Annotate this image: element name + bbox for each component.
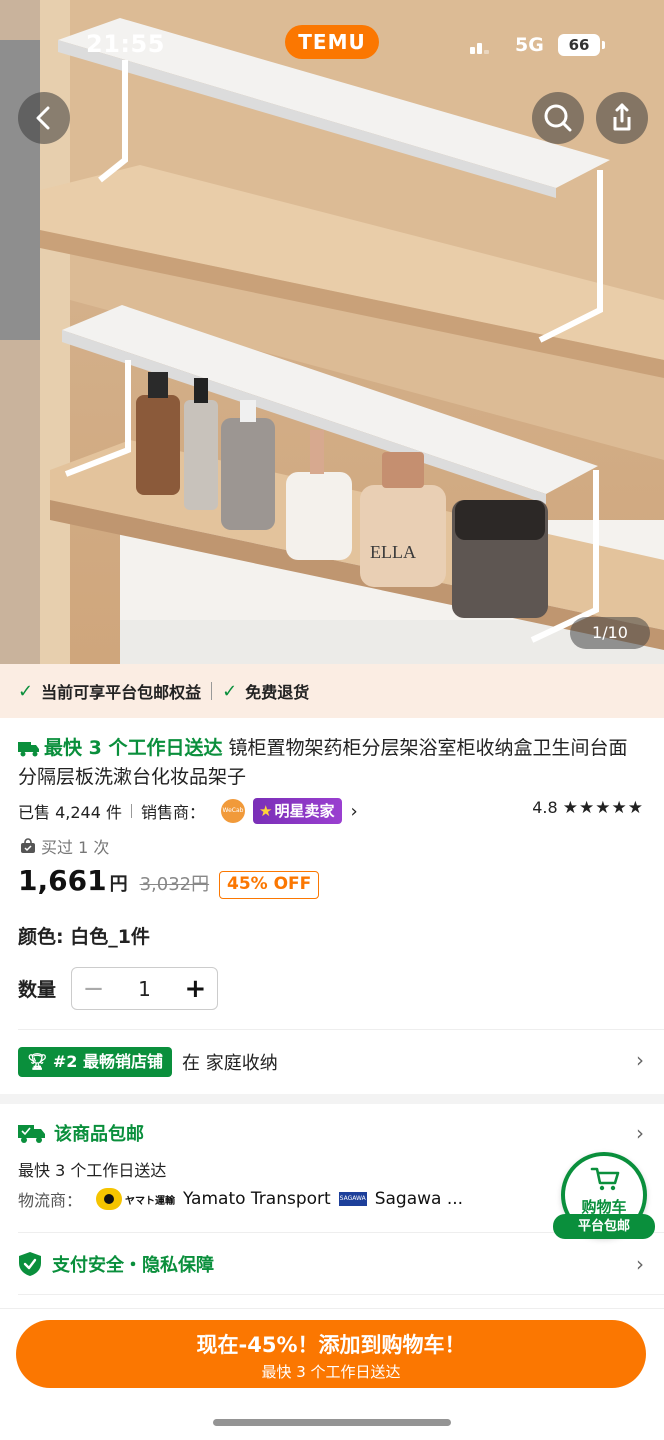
carrier-row: 物流商： ヤマト運輸 Yamato Transport SAGAWA Sagaw…: [18, 1187, 463, 1211]
bought-before: 买过 1 次: [20, 834, 109, 858]
product-rating[interactable]: 4.8 ★★★★★: [532, 798, 644, 818]
bag-icon: [21, 838, 35, 853]
quantity-value[interactable]: 1: [115, 977, 174, 1001]
fast-delivery-label: 最快 3 个工作日送达: [18, 737, 222, 759]
star-seller-text: 明星卖家: [274, 802, 335, 820]
quantity-label: 数量: [18, 979, 57, 1001]
carrier-yamato: Yamato Transport: [183, 1189, 331, 1209]
product-title: 最快 3 个工作日送达 镜柜置物架药柜分层架浴室柜收纳盒卫生间台面分隔层板洗漱台…: [18, 734, 644, 792]
add-to-cart-sublabel: 最快 3 个工作日送达: [261, 1363, 401, 1381]
network-type: 5G: [515, 34, 544, 56]
star-icon: ★: [259, 802, 273, 820]
star-seller-badge[interactable]: ★ 明星卖家: [253, 798, 343, 824]
chevron-right-icon[interactable]: ›: [636, 1048, 644, 1072]
status-bar: 21:55 TEMU 5G 66: [0, 0, 664, 92]
bestseller-badge: 🏆︎ #2 最畅销店铺: [18, 1047, 173, 1077]
bestseller-category: 在 家庭收纳: [182, 1053, 278, 1074]
share-icon: [613, 103, 631, 131]
rating-value: 4.8: [532, 798, 558, 817]
carrier-label: 物流商：: [18, 1191, 83, 1210]
divider: [18, 1029, 664, 1030]
chevron-left-icon: [36, 106, 50, 130]
shield-icon: [19, 1252, 41, 1276]
chevron-right-icon[interactable]: ›: [350, 801, 357, 822]
quantity-stepper: − 1 +: [71, 967, 218, 1010]
check-icon: ✓: [222, 680, 238, 702]
yamato-jp-name: ヤマト運輸: [125, 1195, 176, 1207]
color-selector[interactable]: 颜色: 白色_1件: [18, 922, 150, 949]
benefit-free-returns: 免费退货: [245, 683, 310, 702]
fast-delivery-text: 最快 3 个工作日送达: [44, 737, 223, 759]
sagawa-logo-icon: SAGAWA: [338, 1192, 367, 1206]
cart-icon: [590, 1167, 620, 1191]
original-price: 3,032円: [139, 874, 210, 895]
signal-icon: [470, 38, 490, 54]
image-pager: 1/10: [570, 617, 650, 649]
currency: 円: [109, 874, 128, 895]
jar-label-text: ELLA: [370, 542, 416, 562]
trophy-icon: 🏆︎: [27, 1052, 48, 1071]
bought-before-text: 买过 1 次: [41, 838, 110, 857]
temu-logo: TEMU: [285, 25, 379, 59]
divider: [211, 682, 213, 700]
chevron-right-icon[interactable]: ›: [636, 1121, 644, 1145]
back-button[interactable]: [18, 92, 70, 144]
payment-security-row[interactable]: 支付安全・隐私保障: [18, 1251, 214, 1277]
decrease-button[interactable]: −: [72, 974, 115, 1004]
current-price: 1,661: [18, 864, 107, 897]
yamato-logo-icon: [96, 1188, 123, 1210]
add-to-cart-button[interactable]: 现在-45%！添加到购物车！ 最快 3 个工作日送达: [16, 1320, 646, 1388]
clock: 21:55: [86, 30, 165, 58]
rating-stars: ★★★★★: [562, 798, 644, 818]
section-gap: [0, 1094, 664, 1104]
free-shipping-title[interactable]: 该商品包邮: [18, 1120, 144, 1146]
benefit-free-shipping: 当前可享平台包邮权益: [41, 683, 202, 702]
add-to-cart-label: 现在-45%！添加到购物车！: [196, 1333, 466, 1357]
discount-badge: 45% OFF: [219, 871, 320, 899]
truck-icon: [18, 742, 39, 757]
search-icon: [544, 104, 572, 132]
sold-count: 已售 4,244 件: [18, 803, 122, 822]
benefits-bar: ✓ 当前可享平台包邮权益 ✓ 免费退货: [0, 664, 664, 718]
payment-security-text: 支付安全・隐私保障: [52, 1255, 214, 1276]
divider: [18, 1294, 664, 1295]
chevron-right-icon[interactable]: ›: [636, 1252, 644, 1276]
search-button[interactable]: [532, 92, 584, 144]
increase-button[interactable]: +: [174, 974, 217, 1004]
share-button[interactable]: [596, 92, 648, 144]
delivery-estimate: 最快 3 个工作日送达: [18, 1161, 167, 1180]
price-row: 1,661 円 3,032円: [18, 864, 209, 904]
bestseller-badge-text: #2 最畅销店铺: [52, 1052, 164, 1071]
cart-free-shipping-tag: 平台包邮: [553, 1214, 655, 1239]
free-shipping-text: 该商品包邮: [54, 1124, 144, 1145]
truck-icon: [18, 1125, 45, 1143]
bestseller-row[interactable]: 🏆︎ #2 最畅销店铺 在 家庭收纳: [18, 1046, 644, 1078]
product-image-gallery[interactable]: ELLA 21:55 TEMU 5G 66 1/10: [0, 0, 664, 664]
divider: [130, 804, 132, 818]
carrier-sagawa: Sagawa ...: [374, 1189, 464, 1209]
seller-logo[interactable]: WeCab eHome: [221, 799, 245, 838]
seller-label: 销售商：: [140, 803, 205, 822]
home-indicator[interactable]: [213, 1419, 451, 1426]
check-icon: ✓: [18, 680, 34, 702]
battery-icon: 66: [558, 34, 605, 56]
